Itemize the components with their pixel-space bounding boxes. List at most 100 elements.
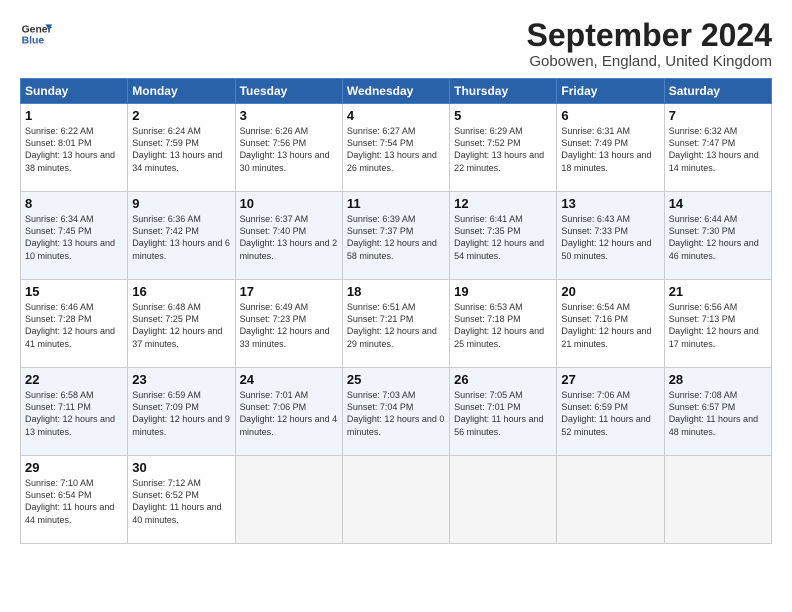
day-number: 18 (347, 284, 445, 299)
svg-text:Blue: Blue (22, 36, 45, 47)
day-info: Sunrise: 6:41 AM Sunset: 7:35 PM Dayligh… (454, 213, 552, 262)
day-number: 21 (669, 284, 767, 299)
day-number: 6 (561, 108, 659, 123)
page: General Blue September 2024 Gobowen, Eng… (0, 0, 792, 612)
day-info: Sunrise: 6:46 AM Sunset: 7:28 PM Dayligh… (25, 301, 123, 350)
table-row: 11 Sunrise: 6:39 AM Sunset: 7:37 PM Dayli… (342, 192, 449, 280)
table-row: 27 Sunrise: 7:06 AM Sunset: 6:59 PM Dayli… (557, 368, 664, 456)
day-number: 13 (561, 196, 659, 211)
table-row: 5 Sunrise: 6:29 AM Sunset: 7:52 PM Daylig… (450, 104, 557, 192)
table-row: 15 Sunrise: 6:46 AM Sunset: 7:28 PM Dayli… (21, 280, 128, 368)
location: Gobowen, England, United Kingdom (527, 53, 772, 70)
day-info: Sunrise: 6:22 AM Sunset: 8:01 PM Dayligh… (25, 125, 123, 174)
col-saturday: Saturday (664, 79, 771, 104)
calendar-week-row: 1 Sunrise: 6:22 AM Sunset: 8:01 PM Daylig… (21, 104, 772, 192)
table-row: 30Sunrise: 7:12 AM Sunset: 6:52 PM Dayli… (128, 456, 235, 544)
day-number: 5 (454, 108, 552, 123)
table-row: 26 Sunrise: 7:05 AM Sunset: 7:01 PM Dayli… (450, 368, 557, 456)
day-number: 26 (454, 372, 552, 387)
day-number: 28 (669, 372, 767, 387)
col-wednesday: Wednesday (342, 79, 449, 104)
title-block: September 2024 Gobowen, England, United … (527, 18, 772, 70)
logo: General Blue (20, 18, 52, 50)
day-info: Sunrise: 7:08 AM Sunset: 6:57 PM Dayligh… (669, 389, 767, 438)
day-number: 11 (347, 196, 445, 211)
table-row (235, 456, 342, 544)
calendar-week-row: 15 Sunrise: 6:46 AM Sunset: 7:28 PM Dayli… (21, 280, 772, 368)
table-row: 17Sunrise: 6:49 AM Sunset: 7:23 PM Dayli… (235, 280, 342, 368)
table-row: 16 Sunrise: 6:48 AM Sunset: 7:25 PM Dayli… (128, 280, 235, 368)
calendar-week-row: 22 Sunrise: 6:58 AM Sunset: 7:11 PM Dayli… (21, 368, 772, 456)
calendar-week-row: 8Sunrise: 6:34 AM Sunset: 7:45 PM Daylig… (21, 192, 772, 280)
day-info: Sunrise: 7:06 AM Sunset: 6:59 PM Dayligh… (561, 389, 659, 438)
table-row: 14Sunrise: 6:44 AM Sunset: 7:30 PM Dayli… (664, 192, 771, 280)
day-number: 16 (132, 284, 230, 299)
table-row (450, 456, 557, 544)
table-row: 28 Sunrise: 7:08 AM Sunset: 6:57 PM Dayli… (664, 368, 771, 456)
day-number: 29 (25, 460, 123, 475)
day-info: Sunrise: 6:29 AM Sunset: 7:52 PM Dayligh… (454, 125, 552, 174)
day-info: Sunrise: 7:01 AM Sunset: 7:06 PM Dayligh… (240, 389, 338, 438)
day-info: Sunrise: 6:48 AM Sunset: 7:25 PM Dayligh… (132, 301, 230, 350)
day-info: Sunrise: 6:43 AM Sunset: 7:33 PM Dayligh… (561, 213, 659, 262)
table-row: 7Sunrise: 6:32 AM Sunset: 7:47 PM Daylig… (664, 104, 771, 192)
day-number: 2 (132, 108, 230, 123)
day-number: 15 (25, 284, 123, 299)
day-number: 23 (132, 372, 230, 387)
day-info: Sunrise: 6:53 AM Sunset: 7:18 PM Dayligh… (454, 301, 552, 350)
col-sunday: Sunday (21, 79, 128, 104)
day-info: Sunrise: 6:34 AM Sunset: 7:45 PM Dayligh… (25, 213, 123, 262)
table-row: 22 Sunrise: 6:58 AM Sunset: 7:11 PM Dayli… (21, 368, 128, 456)
day-info: Sunrise: 6:31 AM Sunset: 7:49 PM Dayligh… (561, 125, 659, 174)
day-number: 12 (454, 196, 552, 211)
day-number: 4 (347, 108, 445, 123)
day-number: 3 (240, 108, 338, 123)
day-number: 17 (240, 284, 338, 299)
logo-icon: General Blue (20, 18, 52, 50)
month-title: September 2024 (527, 18, 772, 53)
day-number: 24 (240, 372, 338, 387)
table-row: 13 Sunrise: 6:43 AM Sunset: 7:33 PM Dayli… (557, 192, 664, 280)
day-info: Sunrise: 6:58 AM Sunset: 7:11 PM Dayligh… (25, 389, 123, 438)
day-info: Sunrise: 7:03 AM Sunset: 7:04 PM Dayligh… (347, 389, 445, 438)
table-row: 8Sunrise: 6:34 AM Sunset: 7:45 PM Daylig… (21, 192, 128, 280)
day-number: 1 (25, 108, 123, 123)
table-row (342, 456, 449, 544)
table-row: 12 Sunrise: 6:41 AM Sunset: 7:35 PM Dayli… (450, 192, 557, 280)
day-info: Sunrise: 6:39 AM Sunset: 7:37 PM Dayligh… (347, 213, 445, 262)
table-row: 24 Sunrise: 7:01 AM Sunset: 7:06 PM Dayli… (235, 368, 342, 456)
table-row: 23 Sunrise: 6:59 AM Sunset: 7:09 PM Dayli… (128, 368, 235, 456)
col-thursday: Thursday (450, 79, 557, 104)
day-number: 7 (669, 108, 767, 123)
table-row (664, 456, 771, 544)
table-row: 10 Sunrise: 6:37 AM Sunset: 7:40 PM Dayli… (235, 192, 342, 280)
day-info: Sunrise: 6:37 AM Sunset: 7:40 PM Dayligh… (240, 213, 338, 262)
header: General Blue September 2024 Gobowen, Eng… (20, 18, 772, 70)
table-row: 21Sunrise: 6:56 AM Sunset: 7:13 PM Dayli… (664, 280, 771, 368)
day-number: 22 (25, 372, 123, 387)
day-info: Sunrise: 6:26 AM Sunset: 7:56 PM Dayligh… (240, 125, 338, 174)
table-row: 6 Sunrise: 6:31 AM Sunset: 7:49 PM Daylig… (557, 104, 664, 192)
day-number: 30 (132, 460, 230, 475)
table-row: 3 Sunrise: 6:26 AM Sunset: 7:56 PM Daylig… (235, 104, 342, 192)
col-friday: Friday (557, 79, 664, 104)
day-number: 9 (132, 196, 230, 211)
table-row: 1 Sunrise: 6:22 AM Sunset: 8:01 PM Daylig… (21, 104, 128, 192)
col-monday: Monday (128, 79, 235, 104)
day-info: Sunrise: 6:27 AM Sunset: 7:54 PM Dayligh… (347, 125, 445, 174)
header-row: Sunday Monday Tuesday Wednesday Thursday… (21, 79, 772, 104)
table-row: 4 Sunrise: 6:27 AM Sunset: 7:54 PM Daylig… (342, 104, 449, 192)
day-number: 19 (454, 284, 552, 299)
day-info: Sunrise: 7:05 AM Sunset: 7:01 PM Dayligh… (454, 389, 552, 438)
table-row: 18 Sunrise: 6:51 AM Sunset: 7:21 PM Dayli… (342, 280, 449, 368)
day-number: 10 (240, 196, 338, 211)
calendar-week-row: 29Sunrise: 7:10 AM Sunset: 6:54 PM Dayli… (21, 456, 772, 544)
day-info: Sunrise: 6:36 AM Sunset: 7:42 PM Dayligh… (132, 213, 230, 262)
table-row: 2Sunrise: 6:24 AM Sunset: 7:59 PM Daylig… (128, 104, 235, 192)
day-number: 25 (347, 372, 445, 387)
day-info: Sunrise: 6:51 AM Sunset: 7:21 PM Dayligh… (347, 301, 445, 350)
day-info: Sunrise: 6:59 AM Sunset: 7:09 PM Dayligh… (132, 389, 230, 438)
day-number: 27 (561, 372, 659, 387)
day-number: 14 (669, 196, 767, 211)
table-row (557, 456, 664, 544)
